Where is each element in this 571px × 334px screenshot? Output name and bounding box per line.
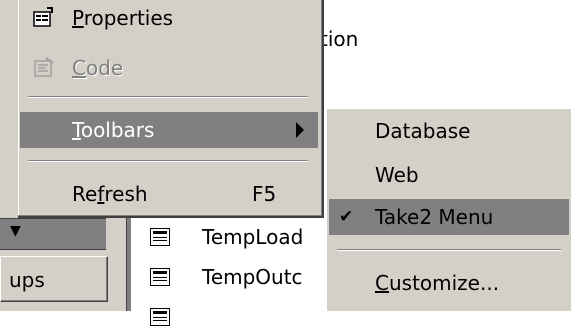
- menu-item-code[interactable]: Code: [20, 50, 318, 86]
- menu-item-properties[interactable]: Properties: [20, 0, 318, 36]
- partial-heading: tion: [320, 27, 359, 51]
- menu-item-toolbars[interactable]: Toolbars: [20, 112, 318, 148]
- submenu-item-label: Customize...: [375, 271, 500, 295]
- menu-item-label: Refresh: [72, 182, 148, 206]
- submenu-item-web[interactable]: Web: [329, 157, 569, 193]
- submenu-item-label: Database: [375, 119, 471, 143]
- submenu-arrow-icon: [296, 122, 304, 138]
- submenu-item-take2-menu[interactable]: ✔ Take2 Menu: [329, 199, 569, 235]
- code-icon: [32, 56, 56, 80]
- submenu-item-customize[interactable]: Customize...: [329, 265, 569, 301]
- menu-item-label: Code: [72, 56, 124, 80]
- context-menu: Properties Code Toolbars Refresh F5: [18, 0, 324, 218]
- table-icon: [150, 268, 170, 286]
- menu-item-label: Toolbars: [72, 118, 155, 142]
- menu-separator: [28, 96, 308, 98]
- submenu-item-label: Web: [375, 163, 419, 187]
- panel-dropdown[interactable]: ▼: [0, 218, 106, 250]
- submenu-item-database[interactable]: Database: [329, 113, 569, 149]
- submenu-item-label: Take2 Menu: [375, 205, 494, 229]
- list-item-label: TempOutc: [202, 265, 303, 289]
- list-item-label: TempLoad: [202, 225, 304, 249]
- checkmark-icon: ✔: [339, 207, 354, 227]
- properties-icon: [32, 6, 56, 30]
- menu-item-label: Properties: [72, 6, 174, 30]
- groups-button[interactable]: ups: [0, 256, 108, 302]
- toolbars-submenu: Database Web ✔ Take2 Menu Customize...: [326, 108, 571, 311]
- shortcut-label: F5: [252, 182, 277, 206]
- groups-button-label: ups: [9, 268, 45, 292]
- submenu-separator: [337, 249, 561, 251]
- dropdown-arrow-icon: ▼: [10, 223, 21, 239]
- menu-separator: [28, 160, 308, 162]
- table-icon: [150, 228, 170, 246]
- menu-item-refresh[interactable]: Refresh F5: [20, 176, 318, 212]
